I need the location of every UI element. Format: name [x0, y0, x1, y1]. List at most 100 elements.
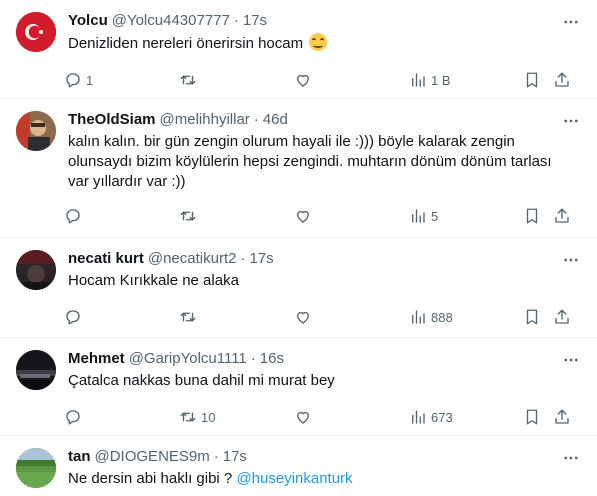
- reply-icon: [66, 310, 80, 325]
- bookmark-icon: [526, 72, 538, 88]
- analytics-icon: [412, 73, 425, 87]
- share-button[interactable]: [553, 71, 573, 89]
- timestamp[interactable]: 46d: [263, 111, 288, 128]
- avatar[interactable]: [16, 448, 56, 488]
- tweet[interactable]: TheOldSiam @melihhyillar · 46d kalın kal…: [0, 99, 597, 238]
- retweet-button[interactable]: 10: [179, 408, 294, 426]
- reply-icon: [66, 410, 80, 425]
- author-name[interactable]: Mehmet: [68, 350, 125, 367]
- share-button[interactable]: [553, 308, 573, 326]
- like-button[interactable]: [294, 71, 409, 89]
- bookmark-button[interactable]: [523, 71, 553, 89]
- analytics-icon: [412, 209, 425, 223]
- timestamp[interactable]: 17s: [249, 250, 273, 267]
- tweet-text: Denizliden nereleri önerirsin hocam: [68, 33, 581, 54]
- retweet-count: 10: [201, 409, 216, 425]
- heart-icon: [297, 411, 309, 424]
- author-handle[interactable]: @Yolcu44307777: [112, 12, 230, 29]
- timestamp[interactable]: 16s: [260, 350, 284, 367]
- more-options-icon[interactable]: [561, 448, 581, 468]
- view-count: 5: [431, 208, 439, 224]
- bookmark-button[interactable]: [523, 308, 553, 326]
- analytics-icon: [412, 410, 425, 424]
- share-button[interactable]: [553, 408, 573, 426]
- bookmark-button[interactable]: [523, 207, 553, 225]
- mention-link[interactable]: @huseyinkanturk: [236, 470, 352, 487]
- tweet-text: Çatalca nakkas buna dahil mi murat bey: [68, 372, 335, 389]
- tweet-text-content: Denizliden nereleri önerirsin hocam: [68, 35, 304, 52]
- author-handle[interactable]: @melihhyillar: [160, 111, 250, 128]
- person-photo-icon: [16, 111, 56, 151]
- avatar[interactable]: [16, 250, 56, 290]
- field-photo-icon: [16, 448, 56, 488]
- analytics-icon: [412, 310, 425, 324]
- like-button[interactable]: [294, 308, 409, 326]
- share-button[interactable]: [553, 207, 573, 225]
- tweet[interactable]: Mehmet @GaripYolcu1111 · 16s Çatalca nak…: [0, 338, 597, 436]
- author-handle[interactable]: @GaripYolcu1111: [129, 350, 247, 367]
- avatar[interactable]: [16, 111, 56, 151]
- retweet-icon: [180, 312, 196, 322]
- reply-feed: Yolcu @Yolcu44307777 · 17s Denizliden ne…: [0, 0, 597, 496]
- separator: ·: [250, 349, 256, 367]
- reply-button[interactable]: [64, 308, 179, 326]
- more-options-icon[interactable]: [561, 350, 581, 370]
- reply-button[interactable]: 1: [64, 71, 179, 89]
- separator: ·: [253, 110, 259, 128]
- like-button[interactable]: [294, 207, 409, 225]
- heart-icon: [297, 74, 309, 87]
- separator: ·: [233, 11, 239, 29]
- bookmark-button[interactable]: [523, 408, 553, 426]
- share-icon: [555, 208, 569, 223]
- more-options-icon[interactable]: [561, 111, 581, 131]
- tweet[interactable]: Yolcu @Yolcu44307777 · 17s Denizliden ne…: [0, 0, 597, 99]
- bookmark-icon: [526, 208, 538, 224]
- like-button[interactable]: [294, 408, 409, 426]
- bookmark-icon: [526, 309, 538, 325]
- share-icon: [555, 72, 569, 87]
- author-name[interactable]: Yolcu: [68, 12, 108, 29]
- views-button[interactable]: 673: [409, 408, 523, 426]
- share-icon: [555, 309, 569, 324]
- view-count: 1 B: [431, 72, 451, 88]
- action-bar: 10 673: [64, 402, 581, 432]
- author-name[interactable]: tan: [68, 448, 91, 465]
- views-button[interactable]: 5: [409, 207, 523, 225]
- author-name[interactable]: TheOldSiam: [68, 111, 156, 128]
- more-options-icon[interactable]: [561, 12, 581, 32]
- tweet[interactable]: necati kurt @necatikurt2 · 17s Hocam Kır…: [0, 238, 597, 338]
- action-bar: 5: [64, 201, 581, 231]
- author-handle[interactable]: @necatikurt2: [148, 250, 237, 267]
- reply-icon: [66, 73, 80, 88]
- view-count: 888: [431, 309, 453, 325]
- heart-icon: [297, 311, 309, 324]
- tweet-text-content: Ne dersin abi haklı gibi ?: [68, 470, 233, 487]
- retweet-button[interactable]: [179, 71, 294, 89]
- reply-button[interactable]: [64, 408, 179, 426]
- retweet-button[interactable]: [179, 308, 294, 326]
- night-photo-icon: [16, 350, 56, 390]
- more-options-icon[interactable]: [561, 250, 581, 270]
- reply-count: 1: [86, 72, 94, 88]
- separator: ·: [240, 249, 246, 267]
- reply-button[interactable]: [64, 207, 179, 225]
- views-button[interactable]: 888: [409, 308, 523, 326]
- avatar[interactable]: [16, 350, 56, 390]
- tweet-text: Hocam Kırıkkale ne alaka: [68, 272, 239, 289]
- timestamp[interactable]: 17s: [243, 12, 267, 29]
- retweet-icon: [180, 75, 196, 85]
- heart-icon: [297, 210, 309, 223]
- author-name[interactable]: necati kurt: [68, 250, 144, 267]
- tweet-text: kalın kalın. bir gün zengin olurum hayal…: [68, 133, 552, 190]
- action-bar: 888: [64, 302, 581, 332]
- author-handle[interactable]: @DIOGENES9m: [95, 448, 210, 465]
- views-button[interactable]: 1 B: [409, 71, 523, 89]
- retweet-icon: [180, 412, 196, 422]
- turkish-flag-icon: [16, 12, 56, 52]
- timestamp[interactable]: 17s: [223, 448, 247, 465]
- avatar[interactable]: [16, 12, 56, 52]
- retweet-button[interactable]: [179, 207, 294, 225]
- tweet[interactable]: tan @DIOGENES9m · 17s Ne dersin abi hakl…: [0, 436, 597, 496]
- action-bar: 1 1 B: [64, 65, 581, 95]
- grinning-face-icon: [309, 33, 328, 51]
